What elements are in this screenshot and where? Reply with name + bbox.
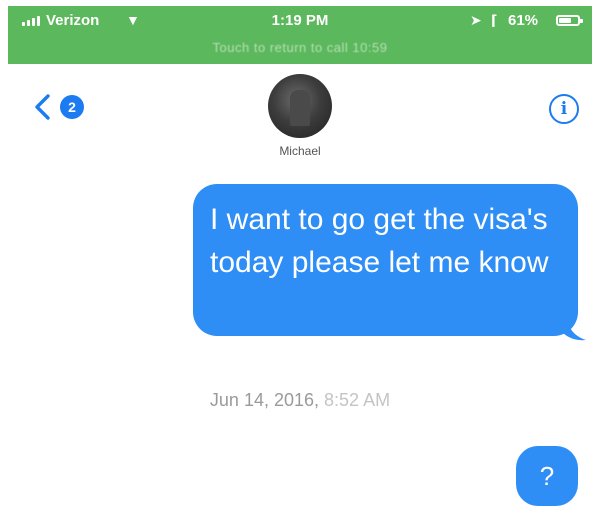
return-to-call-banner[interactable]: Touch to return to call 10:59 [8,40,592,55]
timestamp-time: 8:52 AM [324,390,391,410]
status-bar[interactable]: Verizon ▼ 1:19 PM ➤ ⌈ 61% Touch to retur… [8,6,592,64]
location-icon: ➤ [470,12,482,28]
messages-screen: Verizon ▼ 1:19 PM ➤ ⌈ 61% Touch to retur… [0,0,600,509]
message-text: I want to go get the visa's today please… [210,203,549,279]
battery-fill [559,18,572,23]
sent-message-bubble[interactable]: ? [516,446,578,506]
battery-percentage: 61% [508,12,539,29]
message-text: ? [539,460,555,491]
info-icon[interactable]: i [549,94,579,124]
status-row: Verizon ▼ 1:19 PM ➤ ⌈ 61% [8,6,592,36]
bluetooth-icon: ⌈ [491,12,498,28]
avatar[interactable] [268,74,332,138]
info-icon-glyph: i [560,99,568,119]
contact-header[interactable]: Michael [0,74,600,158]
sent-message-bubble[interactable]: I want to go get the visa's today please… [193,184,578,336]
contact-name[interactable]: Michael [279,144,320,158]
clock: 1:19 PM [271,12,329,29]
message-timestamp: Jun 14, 2016, 8:52 AM [0,390,600,411]
battery-nub [580,19,583,23]
battery-icon [556,15,583,26]
timestamp-date: Jun 14, 2016, [209,390,320,410]
bubble-tail [562,316,586,341]
